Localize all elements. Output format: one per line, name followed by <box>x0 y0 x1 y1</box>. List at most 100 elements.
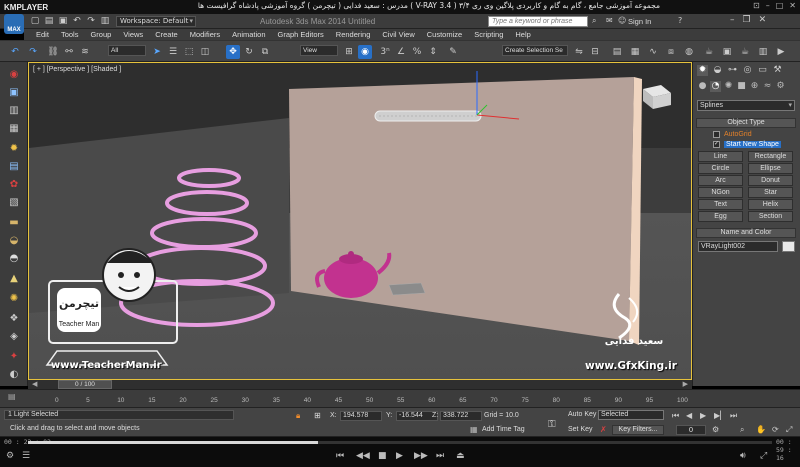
key-icon[interactable]: ⚿ <box>548 419 556 430</box>
vray-lens-icon[interactable]: ◐ <box>7 368 21 382</box>
vray-ambient-light-icon[interactable]: ✹ <box>7 142 21 156</box>
motion-tab-icon[interactable]: ◎ <box>742 65 753 76</box>
player-play-icon[interactable]: ▶ <box>396 451 403 461</box>
search-input[interactable]: Type a keyword or phrase <box>488 16 588 27</box>
vray-sky-icon[interactable]: ❖ <box>7 312 21 326</box>
menu-modifiers[interactable]: Modifiers <box>190 30 220 39</box>
window-crossing-icon[interactable]: ◫ <box>198 45 212 59</box>
x-coordinate-field[interactable]: 194.578 <box>340 411 382 421</box>
vray-render-icon[interactable]: ▶ <box>774 45 788 59</box>
search-icon[interactable]: ⌕ <box>592 16 596 26</box>
select-and-manipulate-icon[interactable]: ◉ <box>358 45 372 59</box>
shapes-icon[interactable]: ◔ <box>710 81 721 92</box>
vray-sun-light-icon[interactable]: ✺ <box>7 292 21 306</box>
name-and-color-rollout[interactable]: Name and Color <box>696 228 796 238</box>
viewport-label[interactable]: [ + ] [Perspective ] [Shaded ] <box>33 66 121 73</box>
donut-button[interactable]: Donut <box>748 175 793 186</box>
vray-material-icon[interactable]: ✦ <box>7 350 21 364</box>
kmplayer-logo[interactable]: KMPLAYER <box>4 3 48 12</box>
section-button[interactable]: Section <box>748 211 793 222</box>
maximize-icon[interactable]: □ <box>776 1 784 10</box>
save-file-icon[interactable]: ▣ <box>58 16 68 26</box>
space-warps-icon[interactable]: ≈ <box>762 81 773 92</box>
player-rewind-icon[interactable]: ◀◀ <box>356 451 370 461</box>
arc-button[interactable]: Arc <box>698 175 743 186</box>
max-minimize-icon[interactable]: – <box>730 15 735 25</box>
render-setup-icon[interactable]: ☕ <box>702 45 716 59</box>
text-button[interactable]: Text <box>698 199 743 210</box>
key-mode-select[interactable]: Selected <box>598 410 664 420</box>
auto-key-button[interactable]: Auto Key <box>568 411 596 418</box>
vray-physical-camera-icon[interactable]: ▤ <box>7 160 21 174</box>
utilities-tab-icon[interactable]: ⚒ <box>772 65 783 76</box>
pan-icon[interactable]: ✋ <box>756 425 766 434</box>
menu-scripting[interactable]: Scripting <box>474 30 503 39</box>
select-object-icon[interactable]: ➤ <box>150 45 164 59</box>
rectangle-button[interactable]: Rectangle <box>748 151 793 162</box>
snap-3d-icon[interactable]: 3ⁿ <box>378 45 392 59</box>
object-color-swatch[interactable] <box>782 241 795 252</box>
redo-tool-icon[interactable]: ↷ <box>26 45 40 59</box>
menu-rendering[interactable]: Rendering <box>336 30 371 39</box>
vray-light-icon[interactable]: ▣ <box>7 86 21 100</box>
vray-ies-icon[interactable]: ▥ <box>7 104 21 118</box>
open-file-icon[interactable]: ▤ <box>44 16 54 26</box>
geometry-icon[interactable]: ● <box>697 81 708 92</box>
angle-snap-icon[interactable]: ∠ <box>394 45 408 59</box>
menu-tools[interactable]: Tools <box>61 30 79 39</box>
egg-button[interactable]: Egg <box>698 211 743 222</box>
link-icon[interactable]: ⛓ <box>46 45 60 59</box>
key-filter-icon[interactable]: ✗ <box>600 425 607 434</box>
select-and-move-icon[interactable]: ✥ <box>226 45 240 59</box>
next-frame-icon[interactable]: ▶▏ <box>714 411 726 420</box>
menu-graph-editors[interactable]: Graph Editors <box>278 30 324 39</box>
rendered-frame-window-icon[interactable]: ▣ <box>720 45 734 59</box>
object-name-field[interactable]: VRayLight002 <box>698 241 778 252</box>
time-slider[interactable]: 0 / 100 ◀ ▶ <box>28 380 692 389</box>
vray-sphere-icon[interactable]: ◒ <box>7 234 21 248</box>
player-volume-icon[interactable]: 🔊︎ <box>740 451 746 461</box>
menu-help[interactable]: Help <box>515 30 530 39</box>
menu-views[interactable]: Views <box>123 30 143 39</box>
mirror-icon[interactable]: ⇋ <box>572 45 586 59</box>
time-slider-knob[interactable]: 0 / 100 <box>58 380 112 389</box>
pin-icon[interactable]: ⊡ <box>753 1 760 10</box>
cameras-icon[interactable]: ■ <box>736 81 747 92</box>
line-button[interactable]: Line <box>698 151 743 162</box>
helix-button[interactable]: Helix <box>748 199 793 210</box>
player-stop-icon[interactable]: ■ <box>378 451 387 461</box>
create-tab-icon[interactable]: ✹ <box>697 65 708 76</box>
schematic-view-icon[interactable]: ⧈ <box>664 45 678 59</box>
select-by-name-icon[interactable]: ☰ <box>166 45 180 59</box>
player-prev-icon[interactable]: ⏮ <box>336 451 344 461</box>
menu-edit[interactable]: Edit <box>36 30 49 39</box>
undo-tool-icon[interactable]: ↶ <box>8 45 22 59</box>
display-tab-icon[interactable]: ▭ <box>757 65 768 76</box>
hierarchy-tab-icon[interactable]: ⊶ <box>727 65 738 76</box>
current-frame-field[interactable]: 0 <box>676 425 706 435</box>
vray-toolbar-icon[interactable]: ◉ <box>7 68 21 82</box>
ellipse-button[interactable]: Ellipse <box>748 163 793 174</box>
rectangular-selection-icon[interactable]: ⬚ <box>182 45 196 59</box>
player-next-icon[interactable]: ⏭ <box>436 451 444 461</box>
systems-icon[interactable]: ⚙ <box>775 81 786 92</box>
menu-customize[interactable]: Customize <box>427 30 462 39</box>
vray-sun-icon[interactable]: ▦ <box>7 122 21 136</box>
curve-editor-icon[interactable]: ∿ <box>646 45 660 59</box>
maximize-viewport-icon[interactable]: ⤢ <box>786 425 792 435</box>
close-icon[interactable]: ✕ <box>789 1 796 10</box>
vray-plane-icon[interactable]: ▬ <box>7 216 21 230</box>
slider-next-icon[interactable]: ▶ <box>683 380 688 388</box>
perspective-viewport[interactable]: [ + ] [Perspective ] [Shaded ] تیچرمن Te… <box>28 62 692 380</box>
project-folder-icon[interactable]: ▥ <box>100 16 110 26</box>
player-playlist-icon[interactable]: ☰ <box>22 451 30 461</box>
time-configuration-icon[interactable]: ⚙ <box>712 425 719 434</box>
redo-icon[interactable]: ↷ <box>86 16 96 26</box>
star-button[interactable]: Star <box>748 187 793 198</box>
vray-proxy-icon[interactable]: ✿ <box>7 178 21 192</box>
pivot-center-icon[interactable]: ⊞ <box>342 45 356 59</box>
go-to-end-icon[interactable]: ⏭ <box>730 411 737 421</box>
set-key-button[interactable]: Set Key <box>568 426 596 436</box>
start-new-shape-button[interactable]: Start New Shape <box>724 141 781 148</box>
zoom-icon[interactable]: ⌕ <box>740 425 744 435</box>
